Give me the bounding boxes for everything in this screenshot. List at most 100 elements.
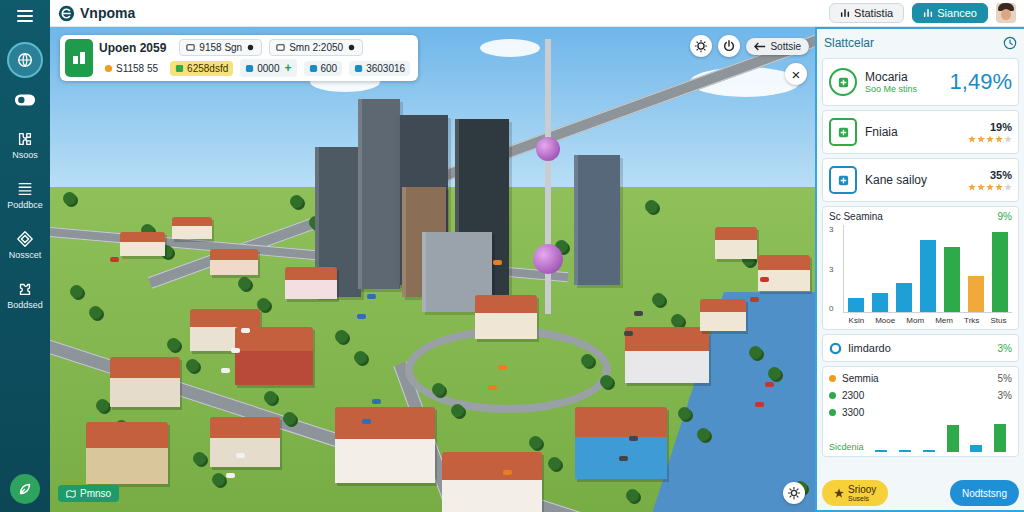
house[interactable] bbox=[715, 227, 757, 259]
settings-button[interactable] bbox=[690, 35, 712, 57]
tree bbox=[697, 428, 710, 441]
house[interactable] bbox=[475, 295, 537, 339]
hud-stat[interactable]: S1158 55 bbox=[99, 61, 163, 76]
stat-card-value-group: 19% bbox=[968, 121, 1012, 143]
footer-button-sublabel: Susels bbox=[848, 495, 869, 503]
tree bbox=[749, 346, 762, 359]
house[interactable] bbox=[575, 407, 667, 479]
hud-stat[interactable]: 600 bbox=[304, 61, 343, 76]
house[interactable] bbox=[235, 327, 313, 385]
globe-icon bbox=[16, 51, 34, 69]
house[interactable] bbox=[120, 232, 165, 256]
brand[interactable]: Vnpoma bbox=[58, 5, 135, 22]
city-badge[interactable] bbox=[65, 39, 93, 77]
sidebar-item[interactable]: Nosscet bbox=[0, 224, 50, 266]
chart-bar[interactable] bbox=[992, 232, 1008, 312]
car bbox=[765, 382, 774, 387]
clock-icon[interactable] bbox=[1003, 36, 1017, 50]
x-label: Mooe bbox=[875, 316, 895, 325]
tree bbox=[529, 436, 542, 449]
city-view[interactable]: Upoen 2059 9158 Sgn Smn 2:2050 S1158 55 6258… bbox=[50, 27, 815, 512]
skyscraper[interactable] bbox=[358, 99, 400, 289]
house[interactable] bbox=[110, 357, 180, 407]
house[interactable] bbox=[285, 267, 337, 299]
sidebar-item[interactable]: Nsoos bbox=[0, 124, 50, 166]
footer-button[interactable]: Nodtstsng bbox=[950, 480, 1019, 506]
star-icon bbox=[1004, 135, 1012, 143]
stat-card[interactable]: MocariaSoo Me stins1,49% bbox=[822, 58, 1019, 106]
sidebar-icon-button[interactable] bbox=[9, 44, 41, 76]
chart-bar[interactable] bbox=[944, 247, 960, 312]
chart-bar[interactable] bbox=[968, 276, 984, 312]
hud-stat[interactable]: 6258dsfd bbox=[170, 61, 233, 76]
house[interactable] bbox=[700, 299, 746, 331]
footer-button[interactable]: SriooySusels bbox=[822, 480, 888, 506]
y-axis: 330 bbox=[829, 225, 839, 313]
tree bbox=[671, 314, 684, 327]
power-icon bbox=[722, 39, 736, 53]
chart-bar[interactable] bbox=[896, 283, 912, 312]
map-button[interactable]: Pmnso bbox=[58, 485, 119, 502]
avatar-face bbox=[1001, 9, 1011, 20]
house-wall bbox=[285, 280, 337, 299]
house[interactable] bbox=[210, 417, 280, 467]
mini-bar-slot bbox=[875, 422, 887, 452]
chart-bar[interactable] bbox=[872, 293, 888, 312]
legend-value: 3% bbox=[998, 390, 1012, 401]
house-roof bbox=[172, 217, 212, 226]
hud-stat[interactable]: 9158 Sgn bbox=[179, 39, 262, 56]
scene-tools: Sottsie bbox=[690, 35, 809, 57]
house-wall bbox=[442, 480, 542, 512]
category-icon bbox=[837, 126, 850, 139]
back-button[interactable]: Sottsie bbox=[746, 38, 809, 55]
house[interactable] bbox=[625, 327, 709, 383]
legend-row[interactable]: 23003% bbox=[829, 388, 1012, 403]
stat-card-title: Fniaia bbox=[865, 125, 960, 139]
house[interactable] bbox=[758, 255, 810, 291]
footer-button-text: SriooySusels bbox=[848, 484, 876, 503]
resource-icon bbox=[309, 64, 318, 73]
house[interactable] bbox=[335, 407, 435, 483]
tree bbox=[768, 367, 781, 380]
bar-area bbox=[843, 225, 1012, 313]
mini-bar bbox=[923, 450, 935, 452]
tv-tower[interactable] bbox=[530, 39, 566, 314]
legend-value: 5% bbox=[998, 373, 1012, 384]
city-date: Upoen 2059 bbox=[99, 41, 166, 55]
dot-icon bbox=[347, 43, 356, 52]
stat-card-value: 19% bbox=[990, 121, 1012, 133]
skyscraper[interactable] bbox=[574, 155, 620, 285]
close-button[interactable]: × bbox=[785, 63, 807, 85]
power-button[interactable] bbox=[718, 35, 740, 57]
user-avatar[interactable] bbox=[996, 3, 1016, 23]
stat-card-icon bbox=[829, 68, 857, 96]
add-button[interactable]: + bbox=[284, 61, 291, 75]
sidebar-bottom-button[interactable] bbox=[10, 474, 40, 504]
hamburger-menu-icon[interactable] bbox=[15, 6, 35, 26]
house[interactable] bbox=[442, 452, 542, 512]
stat-card[interactable]: Kane sailoy35% bbox=[822, 158, 1019, 202]
hud-stat[interactable]: Smn 2:2050 bbox=[269, 39, 363, 56]
sidebar-item[interactable]: Boddsed bbox=[0, 274, 50, 316]
header-button[interactable]: Sianceo bbox=[912, 3, 988, 23]
legend-row[interactable]: 3300 bbox=[829, 405, 1012, 420]
sidebar-item[interactable]: Poddbce bbox=[0, 174, 50, 216]
house[interactable] bbox=[210, 249, 258, 275]
bar-slot bbox=[992, 225, 1008, 312]
legend-footer: Sicdenia bbox=[829, 422, 1012, 452]
tree bbox=[678, 407, 691, 420]
metric-row[interactable]: Iimdardo3% bbox=[822, 334, 1019, 362]
legend-row[interactable]: Semmia5% bbox=[829, 371, 1012, 386]
stat-card[interactable]: Fniaia 19% bbox=[822, 110, 1019, 154]
house[interactable] bbox=[172, 217, 212, 239]
chart-bar[interactable] bbox=[920, 240, 936, 313]
hud-stat-value: S1158 55 bbox=[116, 63, 158, 74]
house[interactable] bbox=[86, 422, 168, 484]
sidebar-icon-button[interactable] bbox=[9, 84, 41, 116]
tree bbox=[70, 285, 83, 298]
header-button[interactable]: Statistia bbox=[829, 3, 904, 23]
hud-stat[interactable]: 3603016 bbox=[349, 61, 410, 76]
chart-bar[interactable] bbox=[848, 298, 864, 313]
hud-stat[interactable]: 0000+ bbox=[240, 59, 296, 77]
camera-settings-button[interactable] bbox=[783, 482, 805, 504]
